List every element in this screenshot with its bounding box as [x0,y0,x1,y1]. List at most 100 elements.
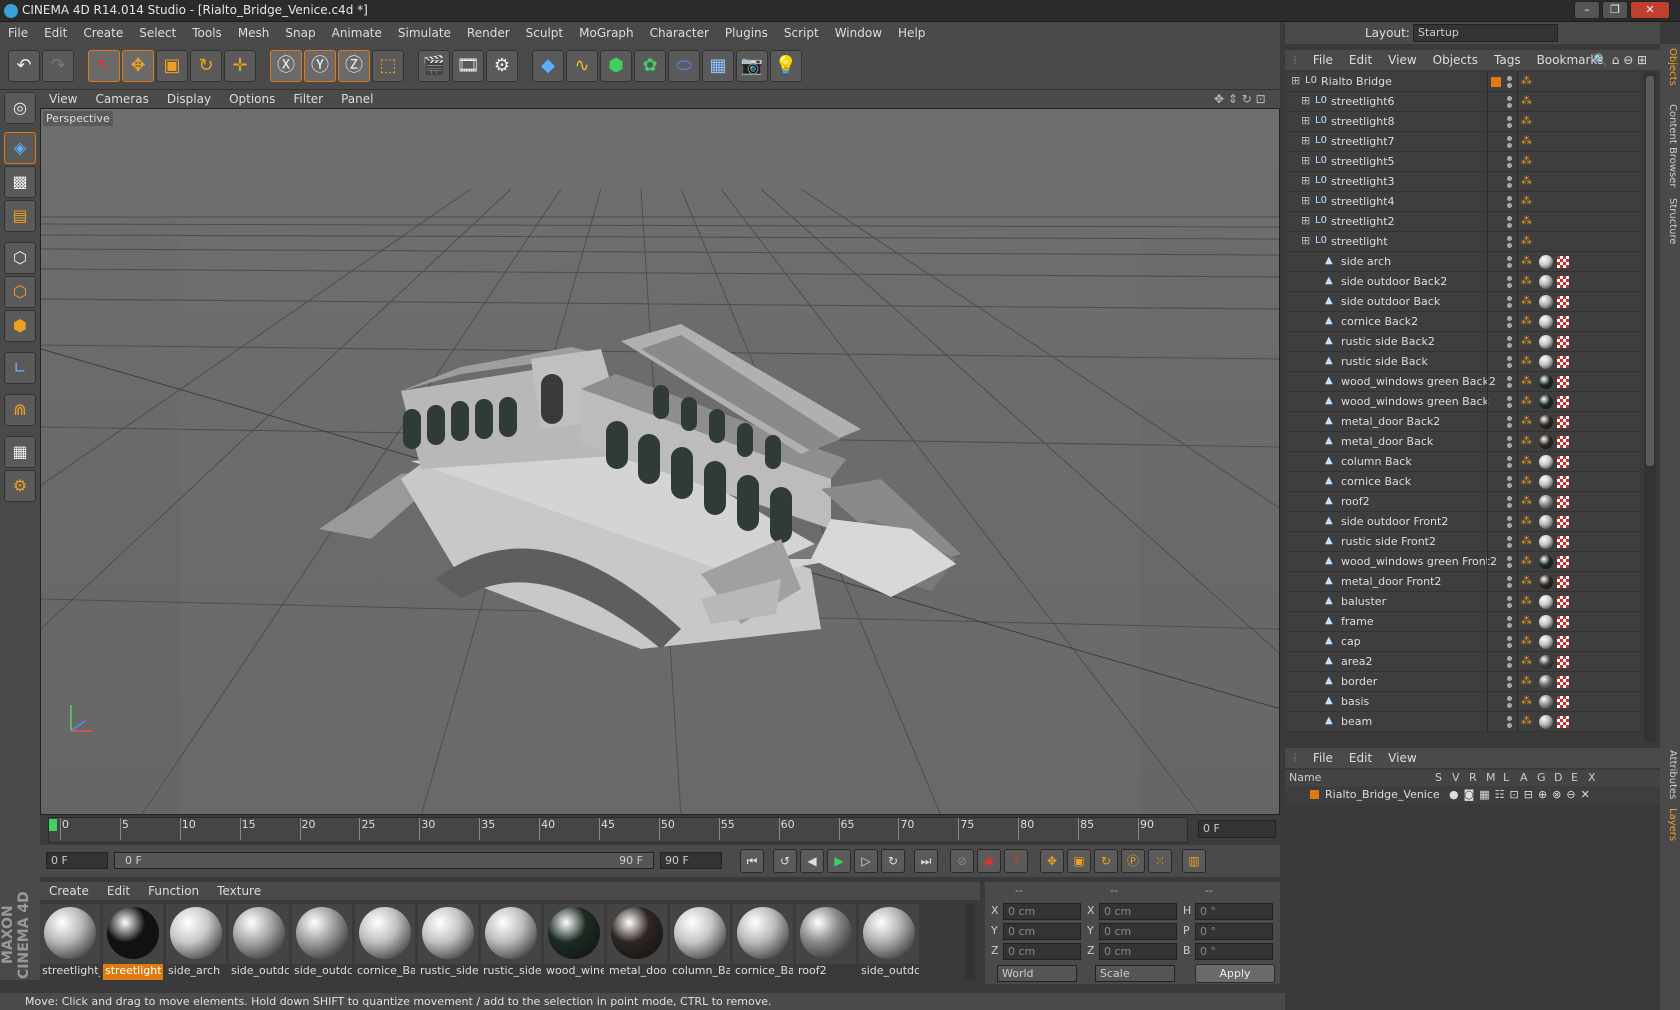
uvw-tag-icon[interactable] [1557,316,1569,328]
redo-icon[interactable]: ↷ [42,50,74,82]
object-row[interactable]: ⊞ L0 streetlight2 ⁂ [1285,212,1640,232]
material-tag-icon[interactable] [1539,495,1553,509]
render-visibility-dot[interactable] [1507,483,1512,488]
menu-render[interactable]: Render [459,22,518,44]
object-row[interactable]: ▲ rustic side Front2 ⁂ [1285,532,1640,552]
phong-tag-icon[interactable]: ⁂ [1521,714,1532,727]
editor-visibility-dot[interactable] [1507,476,1512,481]
uvw-tag-icon[interactable] [1557,676,1569,688]
expand-toggle-icon[interactable]: ⊞ [1301,154,1310,167]
tab-attributes[interactable]: Attributes [1662,750,1678,799]
material-tag-icon[interactable] [1539,575,1553,589]
phong-tag-icon[interactable]: ⁂ [1521,514,1532,527]
object-row[interactable]: ▲ basis ⁂ [1285,692,1640,712]
object-row[interactable]: ⊞ L0 streetlight7 ⁂ [1285,132,1640,152]
material-tag-icon[interactable] [1539,355,1553,369]
mat-menu-create[interactable]: Create [40,882,98,900]
menu-file[interactable]: File [0,22,36,44]
material-swatch[interactable]: metal_dooi [607,904,667,980]
rotate-tool-icon[interactable]: ↻ [190,50,222,82]
move-tool-icon[interactable]: ✥ [122,50,154,82]
menu-select[interactable]: Select [131,22,184,44]
viewport-menu-panel[interactable]: Panel [332,90,382,108]
render-picture-viewer-icon[interactable]: 🎞 [452,50,484,82]
uvw-tag-icon[interactable] [1557,456,1569,468]
material-swatch[interactable]: side_outdc [292,904,352,980]
mat-menu-edit[interactable]: Edit [98,882,139,900]
coord-value-field[interactable]: 0 ° [1195,943,1273,960]
object-row[interactable]: ▲ wood_windows green Front2 ⁂ [1285,552,1640,572]
uvw-tag-icon[interactable] [1557,596,1569,608]
obj-menu-view[interactable]: View [1380,50,1424,70]
phong-tag-icon[interactable]: ⁂ [1521,114,1532,127]
go-to-end-icon[interactable]: ⏭ [914,849,938,873]
obj-menu-tags[interactable]: Tags [1486,50,1529,70]
mat-menu-texture[interactable]: Texture [208,882,270,900]
render-view-icon[interactable]: 🎬 [418,50,450,82]
render-visibility-dot[interactable] [1507,363,1512,368]
phong-tag-icon[interactable]: ⁂ [1521,454,1532,467]
object-row[interactable]: ▲ metal_door Front2 ⁂ [1285,572,1640,592]
phong-tag-icon[interactable]: ⁂ [1521,474,1532,487]
object-row[interactable]: ▲ area2 ⁂ [1285,652,1640,672]
tab-objects[interactable]: Objects [1662,48,1678,86]
next-frame-icon[interactable]: ▷ [854,849,878,873]
object-row[interactable]: ▲ metal_door Back ⁂ [1285,432,1640,452]
material-swatch[interactable]: rustic_side [418,904,478,980]
material-swatch[interactable]: streetlight [103,904,163,980]
editor-visibility-dot[interactable] [1507,576,1512,581]
phong-tag-icon[interactable]: ⁂ [1521,294,1532,307]
object-list-scrollbar[interactable] [1644,72,1656,742]
render-visibility-dot[interactable] [1507,143,1512,148]
editor-visibility-dot[interactable] [1507,496,1512,501]
object-row[interactable]: ▲ rustic side Back2 ⁂ [1285,332,1640,352]
object-row[interactable]: ▲ side arch ⁂ [1285,252,1640,272]
tab-layers[interactable]: Layers [1662,808,1678,841]
editor-visibility-dot[interactable] [1507,96,1512,101]
render-visibility-dot[interactable] [1507,683,1512,688]
render-visibility-dot[interactable] [1507,523,1512,528]
viewport-menu-view[interactable]: View [40,90,86,108]
phong-tag-icon[interactable]: ⁂ [1521,174,1532,187]
menu-mesh[interactable]: Mesh [230,22,278,44]
apply-button[interactable]: Apply [1195,964,1275,983]
uvw-tag-icon[interactable] [1557,476,1569,488]
expand-toggle-icon[interactable]: ⊞ [1301,234,1310,247]
uvw-tag-icon[interactable] [1557,256,1569,268]
phong-tag-icon[interactable]: ⁂ [1521,274,1532,287]
editor-visibility-dot[interactable] [1507,76,1512,81]
3d-viewport[interactable]: Perspective [40,108,1280,815]
editor-visibility-dot[interactable] [1507,676,1512,681]
layer-color-swatch[interactable] [1310,790,1319,799]
render-visibility-dot[interactable] [1507,303,1512,308]
playhead-marker[interactable] [49,819,57,831]
editor-visibility-dot[interactable] [1507,216,1512,221]
editor-visibility-dot[interactable] [1507,436,1512,441]
phong-tag-icon[interactable]: ⁂ [1521,134,1532,147]
uvw-tag-icon[interactable] [1557,436,1569,448]
timeline-window-icon[interactable]: ▥ [1182,849,1206,873]
key-rotation-icon[interactable]: ↻ [1094,849,1118,873]
render-visibility-dot[interactable] [1507,423,1512,428]
menu-help[interactable]: Help [890,22,933,44]
record-icon[interactable]: ⊘ [950,849,974,873]
render-visibility-dot[interactable] [1507,583,1512,588]
snap-settings-icon[interactable]: ⚙ [4,470,36,502]
next-key-icon[interactable]: ↻ [881,849,905,873]
uvw-tag-icon[interactable] [1557,696,1569,708]
render-visibility-dot[interactable] [1507,223,1512,228]
mat-menu-function[interactable]: Function [139,882,208,900]
expand-toggle-icon[interactable]: ⊞ [1301,194,1310,207]
tab-structure[interactable]: Structure [1662,198,1678,245]
material-swatch[interactable]: roof2 [796,904,856,980]
model-mode-icon[interactable]: ◈ [4,132,36,164]
render-visibility-dot[interactable] [1507,463,1512,468]
workplane-lock-icon[interactable]: ▦ [4,436,36,468]
material-tag-icon[interactable] [1539,555,1553,569]
editor-visibility-dot[interactable] [1507,196,1512,201]
material-swatch[interactable]: cornice_Ba [355,904,415,980]
menu-sculpt[interactable]: Sculpt [518,22,571,44]
expand-toggle-icon[interactable]: ⊞ [1301,134,1310,147]
uvw-tag-icon[interactable] [1557,356,1569,368]
material-tag-icon[interactable] [1539,335,1553,349]
